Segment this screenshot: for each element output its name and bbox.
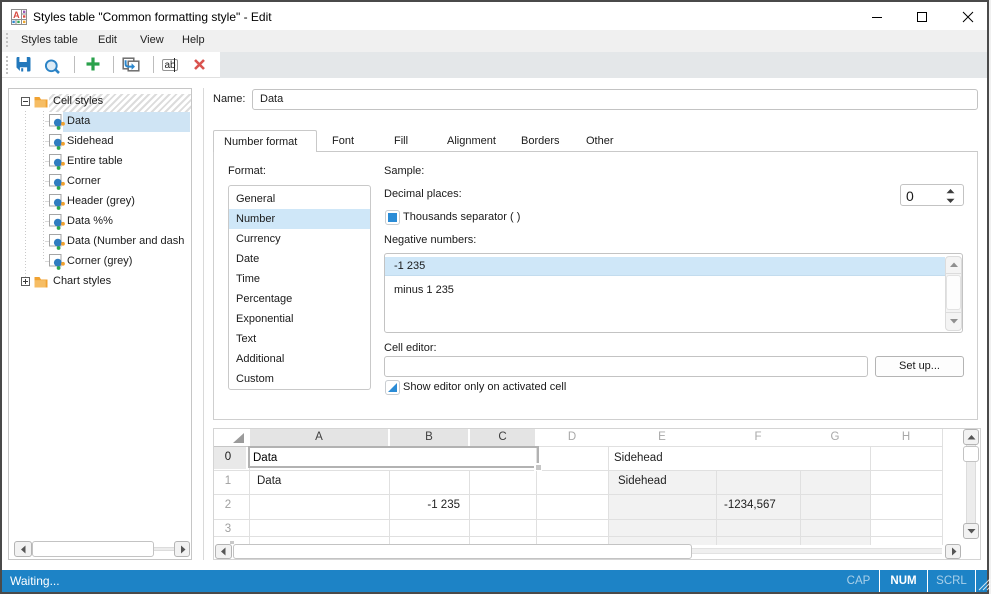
svg-text:A: A (13, 10, 20, 20)
